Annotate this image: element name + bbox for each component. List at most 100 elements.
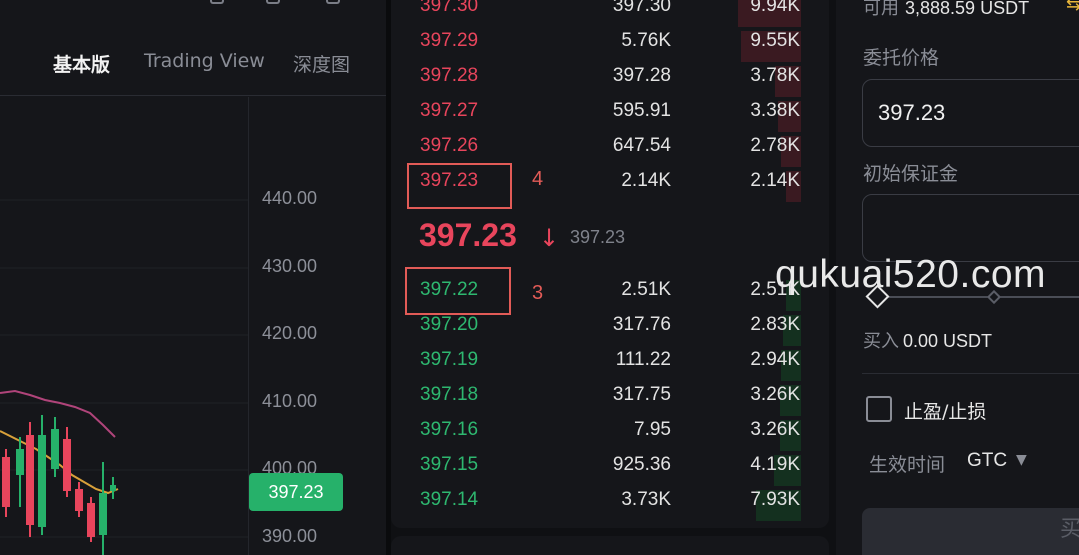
annotation-box-bid — [405, 267, 511, 315]
grid-lines — [0, 199, 248, 538]
candle — [16, 449, 24, 475]
price-tick: 430.00 — [262, 256, 318, 276]
submit-buy-button[interactable]: 买 — [862, 508, 1079, 555]
order-quantity: 2.14K — [621, 170, 671, 191]
candle — [110, 485, 116, 491]
bid-row[interactable]: 397.16 7.95 3.26K — [391, 417, 829, 452]
order-quantity: 397.28 — [612, 65, 671, 86]
order-total: 3.26K — [750, 384, 800, 405]
chart-panel: 基本版 Trading View 深度图 440.00 430.00 420.0… — [0, 0, 386, 555]
order-quantity: 317.76 — [612, 314, 671, 335]
available-label: 可用 — [863, 0, 899, 19]
candle — [63, 439, 71, 491]
candle — [38, 435, 46, 527]
order-total: 3.38K — [750, 100, 800, 121]
order-quantity: 925.36 — [612, 454, 671, 475]
transfer-icon[interactable]: ⇆ — [1066, 0, 1079, 15]
buy-amount: 买入 0.00 USDT — [863, 327, 992, 353]
order-price: 397.28 — [420, 65, 479, 86]
chart-tabs: 基本版 Trading View 深度图 — [0, 38, 386, 96]
order-price: 397.15 — [420, 454, 479, 475]
order-price: 397.27 — [420, 100, 479, 121]
watermark: qukuai520.com — [775, 253, 1047, 296]
chart-toolbar — [210, 0, 360, 6]
ask-row[interactable]: 397.30 397.30 9.94K — [391, 0, 829, 28]
order-book: 397.30 397.30 9.94K 397.29 5.76K 9.55K 397.28 3… — [391, 0, 829, 528]
ask-row[interactable]: 397.27 595.91 3.38K — [391, 98, 829, 133]
ask-row[interactable]: 397.29 5.76K 9.55K — [391, 28, 829, 63]
candle — [26, 435, 34, 525]
annotation-box-ask — [407, 163, 512, 209]
candle — [87, 503, 95, 537]
order-total: 9.94K — [750, 0, 800, 16]
order-price: 397.30 — [420, 0, 479, 16]
bid-row[interactable]: 397.19 111.22 2.94K — [391, 347, 829, 382]
order-total: 4.19K — [750, 454, 800, 475]
available-balance: 可用 3,888.59 USDT — [863, 0, 1029, 20]
order-total: 9.55K — [750, 30, 800, 51]
order-quantity: 2.51K — [621, 279, 671, 300]
order-price: 397.26 — [420, 135, 479, 156]
price-tick: 390.00 — [262, 526, 318, 546]
caret-down-icon[interactable]: ▼ — [1016, 452, 1027, 468]
candle — [2, 457, 10, 507]
order-total: 3.26K — [750, 419, 800, 440]
price-tick: 410.00 — [262, 391, 318, 411]
tab-basic[interactable]: 基本版 — [53, 50, 110, 77]
order-quantity: 595.91 — [612, 100, 671, 121]
order-price: 397.29 — [420, 30, 479, 51]
tpsl-label[interactable]: 止盈/止损 — [904, 397, 986, 424]
order-total: 7.93K — [750, 489, 800, 510]
ask-row[interactable]: 397.28 397.28 3.78K — [391, 63, 829, 98]
price-input[interactable] — [878, 80, 1078, 146]
order-price: 397.20 — [420, 314, 479, 335]
tab-trading-view[interactable]: Trading View — [144, 50, 265, 72]
order-total: 2.83K — [750, 314, 800, 335]
settings-icon[interactable] — [266, 0, 280, 4]
price-label: 委托价格 — [863, 47, 940, 69]
order-quantity: 3.73K — [621, 489, 671, 510]
lower-panel — [391, 536, 829, 555]
order-price: 397.18 — [420, 384, 479, 405]
indicator-icon[interactable] — [210, 0, 224, 4]
order-total: 2.78K — [750, 135, 800, 156]
order-quantity: 647.54 — [612, 135, 671, 156]
order-total: 2.94K — [750, 349, 800, 370]
fullscreen-icon[interactable] — [326, 0, 340, 4]
candle — [51, 429, 59, 469]
price-field[interactable] — [862, 79, 1079, 147]
buy-label: 买入 — [863, 331, 899, 352]
time-in-force-select[interactable]: GTC — [967, 450, 1007, 472]
bid-row[interactable]: 397.18 317.75 3.26K — [391, 382, 829, 417]
order-price: 397.14 — [420, 489, 479, 510]
candle — [99, 493, 107, 535]
bid-row[interactable]: 397.20 317.76 2.83K — [391, 312, 829, 347]
order-quantity: 7.95 — [634, 419, 671, 440]
order-quantity: 317.75 — [612, 384, 671, 405]
order-total: 2.14K — [750, 170, 800, 191]
price-tick: 440.00 — [262, 188, 318, 208]
tab-depth-chart[interactable]: 深度图 — [293, 50, 350, 77]
bid-row[interactable]: 397.15 925.36 4.19K — [391, 452, 829, 487]
candles — [2, 415, 116, 555]
last-price-tag: 397.23 — [249, 473, 343, 511]
order-total: 3.78K — [750, 65, 800, 86]
order-price: 397.16 — [420, 419, 479, 440]
annotation-number-bid: 3 — [532, 282, 544, 304]
mark-price: 397.23 — [570, 227, 626, 247]
arrow-down-icon: ↓ — [539, 224, 560, 252]
margin-label: 初始保证金 — [863, 163, 959, 185]
price-tick: 420.00 — [262, 323, 318, 343]
margin-input[interactable] — [878, 195, 1078, 261]
divider — [862, 373, 1079, 374]
bid-row[interactable]: 397.14 3.73K 7.93K — [391, 487, 829, 522]
order-price: 397.19 — [420, 349, 479, 370]
annotation-number-ask: 4 — [532, 168, 544, 190]
time-in-force-label: 生效时间 — [869, 454, 946, 476]
order-quantity: 111.22 — [615, 349, 671, 370]
buy-value: 0.00 USDT — [903, 331, 993, 351]
available-value: 3,888.59 USDT — [905, 0, 1030, 18]
order-quantity: 5.76K — [621, 30, 671, 51]
margin-field[interactable] — [862, 194, 1079, 262]
tpsl-checkbox[interactable] — [866, 396, 892, 422]
